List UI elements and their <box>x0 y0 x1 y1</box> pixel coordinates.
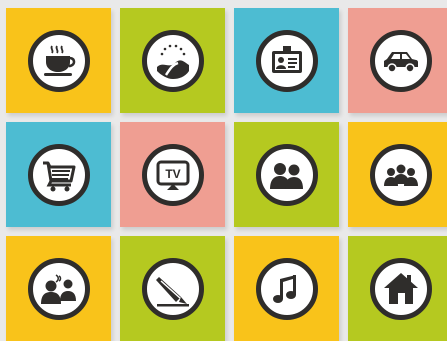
landscape-icon <box>155 43 190 79</box>
car-icon <box>383 51 418 73</box>
tile-id-card[interactable] <box>234 8 339 113</box>
tile-coffee[interactable] <box>6 8 111 113</box>
two-people-badge <box>255 143 318 206</box>
pencil-badge <box>141 257 204 320</box>
music-badge <box>255 257 318 320</box>
conversation-icon <box>40 273 76 304</box>
shopping-cart-icon <box>42 161 75 191</box>
group-badge <box>369 143 432 206</box>
tile-music[interactable] <box>234 236 339 341</box>
id-card-badge <box>255 29 318 92</box>
id-card-icon <box>271 45 302 73</box>
tv-icon: TV <box>156 160 189 190</box>
two-people-icon <box>269 162 303 189</box>
tile-group[interactable] <box>348 122 447 227</box>
pencil-icon <box>155 276 189 306</box>
tile-tv[interactable]: TV <box>120 122 225 227</box>
tile-landscape[interactable] <box>120 8 225 113</box>
tile-cart[interactable] <box>6 122 111 227</box>
car-badge <box>369 29 432 92</box>
music-note-icon <box>272 274 296 303</box>
landscape-badge <box>141 29 204 92</box>
home-badge <box>369 257 432 320</box>
cart-badge <box>27 143 90 206</box>
home-icon <box>383 272 418 304</box>
group-icon <box>383 164 418 186</box>
icon-grid: TV <box>0 0 447 341</box>
tile-talk[interactable] <box>6 236 111 341</box>
tv-badge: TV <box>141 143 204 206</box>
coffee-badge <box>27 29 90 92</box>
tile-home[interactable] <box>348 236 447 341</box>
tile-pencil[interactable] <box>120 236 225 341</box>
tv-label: TV <box>165 167 180 181</box>
talk-badge <box>27 257 90 320</box>
coffee-cup-icon <box>43 45 75 76</box>
tile-two-people[interactable] <box>234 122 339 227</box>
tile-car[interactable] <box>348 8 447 113</box>
